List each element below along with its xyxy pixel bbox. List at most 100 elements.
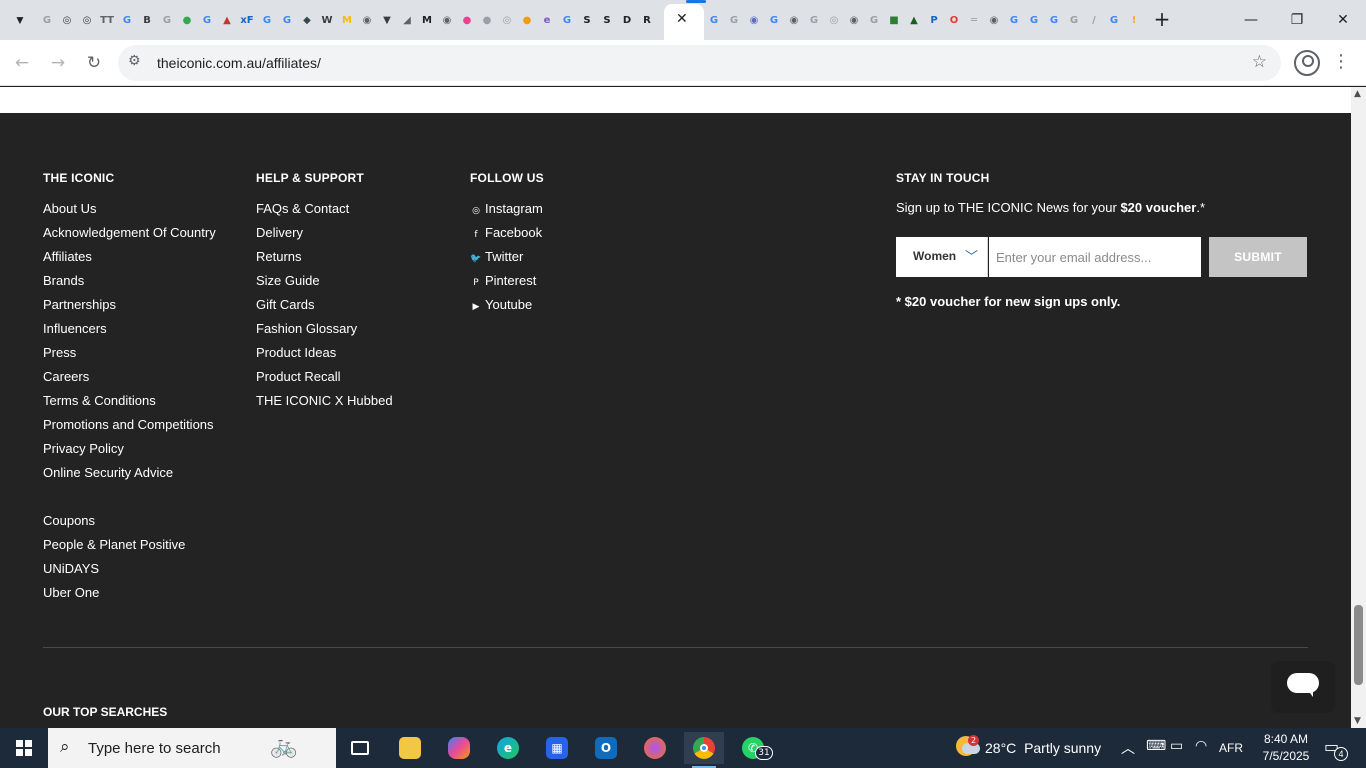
tab-favicon-icon[interactable]: S [598,11,616,29]
tab-favicon-icon[interactable]: ◎ [78,11,96,29]
tab-favicon-icon[interactable]: e [538,11,556,29]
gender-select[interactable]: Women ﹀ [896,237,988,277]
browser-menu-icon[interactable]: ⋮ [1332,50,1350,74]
tab-favicon-icon[interactable]: ◉ [358,11,376,29]
footer-link[interactable]: About Us [43,200,216,224]
battery-icon[interactable]: ▭ [1170,738,1183,754]
tab-favicon-icon[interactable]: / [1085,11,1103,29]
tab-favicon-icon[interactable]: TT [98,11,116,29]
tab-favicon-icon[interactable]: G [1105,11,1123,29]
footer-link[interactable]: Size Guide [256,272,393,296]
tab-favicon-icon[interactable]: G [38,11,56,29]
tab-favicon-icon[interactable]: ● [518,11,536,29]
tab-favicon-icon[interactable]: xF [238,11,256,29]
tab-favicon-icon[interactable]: ◉ [785,11,803,29]
footer-link[interactable]: Careers [43,368,216,392]
email-field[interactable] [989,237,1201,277]
tab-favicon-icon[interactable]: B [138,11,156,29]
tab-favicon-icon[interactable]: G [558,11,576,29]
whatsapp-button[interactable]: ✆ 31 [733,732,773,764]
new-tab-button[interactable]: + [1150,8,1174,32]
submit-button[interactable]: SUBMIT [1209,237,1307,277]
tab-favicon-icon[interactable]: P [925,11,943,29]
tab-favicon-icon[interactable]: G [198,11,216,29]
tab-favicon-icon[interactable]: G [765,11,783,29]
taskbar-search-box[interactable]: ⌕ Type here to search 🚲 [48,728,336,768]
footer-link[interactable]: Product Recall [256,368,393,392]
tab-favicon-icon[interactable]: S [578,11,596,29]
tab-favicon-icon[interactable]: O [945,11,963,29]
forward-button[interactable]: → [43,48,73,78]
tab-favicon-icon[interactable]: ! [1125,11,1143,29]
footer-link[interactable]: Delivery [256,224,393,248]
tab-favicon-icon[interactable]: ● [458,11,476,29]
tab-favicon-icon[interactable]: ◉ [985,11,1003,29]
edge-button[interactable]: e [488,732,528,764]
tab-favicon-icon[interactable]: G [1005,11,1023,29]
close-window-button[interactable]: ✕ [1320,0,1366,40]
tab-favicon-icon[interactable]: ● [478,11,496,29]
social-link[interactable]: ◎ Instagram [470,200,543,224]
footer-link[interactable]: Privacy Policy [43,440,216,464]
bookmark-star-icon[interactable]: ☆ [1252,52,1267,72]
page-scrollbar[interactable]: ▲ ▼ [1351,87,1366,728]
tab-favicon-icon[interactable]: ◎ [58,11,76,29]
tab-favicon-icon[interactable]: ◎ [825,11,843,29]
close-tab-icon[interactable]: ✕ [676,11,688,27]
tab-favicon-icon[interactable]: ▲ [218,11,236,29]
tab-favicon-icon[interactable]: M [418,11,436,29]
tab-favicon-icon[interactable]: ═ [965,11,983,29]
tab-favicon-icon[interactable]: R [638,11,656,29]
tab-favicon-icon[interactable]: G [158,11,176,29]
url-text[interactable]: theiconic.com.au/affiliates/ [157,55,321,71]
tab-favicon-icon[interactable]: ■ [885,11,903,29]
footer-link[interactable]: Acknowledgement Of Country [43,224,216,248]
tab-favicon-icon[interactable]: G [805,11,823,29]
tab-favicon-icon[interactable]: D [618,11,636,29]
tab-favicon-icon[interactable]: G [1045,11,1063,29]
tab-favicon-icon[interactable]: ◎ [498,11,516,29]
tab-favicon-icon[interactable]: ◆ [298,11,316,29]
wifi-icon[interactable]: ◠ [1195,738,1207,754]
footer-link[interactable]: Fashion Glossary [256,320,393,344]
tab-favicon-icon[interactable]: W [318,11,336,29]
scroll-up-arrow-icon[interactable]: ▲ [1354,89,1361,99]
tab-favicon-icon[interactable]: G [118,11,136,29]
outlook-button[interactable]: O [586,732,626,764]
footer-link[interactable]: Promotions and Competitions [43,416,216,440]
tab-favicon-icon[interactable]: G [705,11,723,29]
social-link[interactable]: ▶ Youtube [470,296,543,320]
restore-button[interactable]: ❐ [1274,0,1320,40]
footer-link[interactable]: Partnerships [43,296,216,320]
profile-icon[interactable] [1294,50,1320,76]
show-hidden-icons-chevron-icon[interactable]: ︿ [1121,738,1135,758]
reload-button[interactable]: ↻ [79,48,109,78]
social-link[interactable]: 🐦 Twitter [470,248,543,272]
footer-link[interactable]: Affiliates [43,248,216,272]
footer-link[interactable]: FAQs & Contact [256,200,393,224]
tab-favicon-icon[interactable]: ◢ [398,11,416,29]
social-link[interactable]: f Facebook [470,224,543,248]
tab-search-button[interactable]: ▼ [8,8,32,32]
start-button[interactable] [0,728,48,768]
tab-favicon-icon[interactable]: M [338,11,356,29]
footer-link[interactable]: THE ICONIC X Hubbed [256,392,393,416]
footer-link[interactable]: Returns [256,248,393,272]
active-tab[interactable]: ✕ [664,0,706,40]
footer-link[interactable]: Influencers [43,320,216,344]
tab-favicon-icon[interactable]: G [1025,11,1043,29]
address-bar[interactable]: ⚙ theiconic.com.au/affiliates/ ☆ [118,45,1281,81]
meet-now-icon[interactable]: ⌨ [1146,738,1166,754]
scroll-down-arrow-icon[interactable]: ▼ [1354,716,1361,726]
back-button[interactable]: ← [7,48,37,78]
firefox-button[interactable] [635,732,675,764]
footer-link[interactable]: People & Planet Positive [43,536,185,560]
footer-link[interactable]: Terms & Conditions [43,392,216,416]
tab-favicon-icon[interactable]: ● [178,11,196,29]
footer-link[interactable]: Coupons [43,512,185,536]
store-button[interactable]: ▦ [537,732,577,764]
chrome-button[interactable] [684,732,724,768]
task-view-button[interactable] [340,732,380,764]
footer-link[interactable]: UNiDAYS [43,560,185,584]
tab-favicon-icon[interactable]: ◉ [845,11,863,29]
